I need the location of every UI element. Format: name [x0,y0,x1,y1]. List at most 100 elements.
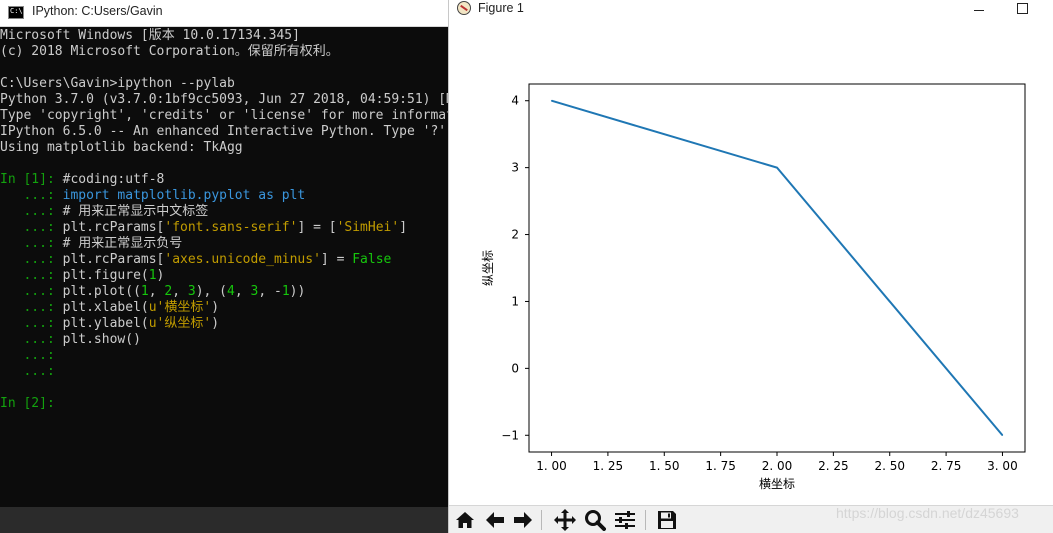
figure-window[interactable]: Figure 1 1. 00 1. 25 1. 50 1. 75 2. 00 2. 25 2… [448,0,1053,533]
console-line: ...: plt.rcParams['axes.unicode_minus'] … [0,252,448,268]
console-text-segment: ...: [0,332,63,347]
console-text-segment: ), ( [195,284,228,299]
console-text-segment: ) [211,316,220,331]
console-text-segment: #coding:utf-8 [62,172,165,187]
console-text-segment: , [234,284,251,299]
console-text-segment: ] = [ [297,220,337,235]
console-text-segment: plt.ylabel( [62,316,149,331]
console-text-segment: ...: [0,252,63,267]
y-tick-label: 3 [511,161,519,175]
console-text-segment: plt.rcParams[ [62,252,165,267]
x-tick-label: 2. 75 [931,459,962,473]
console-text-segment: ) [156,268,165,283]
console-line: Microsoft Windows [版本 10.0.17134.345] [0,28,448,44]
console-line: ...: plt.ylabel(u'纵坐标') [0,316,448,332]
console-bottom-bar [0,507,448,533]
y-tick-label: 1 [511,294,519,308]
minimize-button[interactable] [971,2,987,18]
x-tick-label: 3. 00 [987,459,1018,473]
data-point [1001,434,1004,436]
console-line: C:\Users\Gavin>ipython --pylab [0,76,448,92]
console-text-segment: import matplotlib.pyplot as plt [62,188,306,203]
data-point [776,167,778,169]
console-window[interactable]: C:\. IPython: C:Users/Gavin Microsoft Wi… [0,0,448,533]
console-line: (c) 2018 Microsoft Corporation。保留所有权利。 [0,44,448,60]
console-text-segment: ] [399,220,408,235]
pan-icon[interactable] [553,509,577,531]
x-tick-label: 1. 00 [536,459,567,473]
console-title: IPython: C:Users/Gavin [32,4,163,18]
maximize-button[interactable] [1015,2,1031,18]
console-text-segment: plt.xlabel( [62,300,149,315]
home-icon[interactable] [453,509,477,531]
console-line: ...: [0,364,448,380]
axes-frame [528,83,1026,453]
console-text-segment: ...: [0,300,63,315]
console-text-segment: u'横坐标' [148,300,212,315]
console-line: ...: plt.plot((1, 2, 3), (4, 3, -1)) [0,284,448,300]
console-output[interactable]: Microsoft Windows [版本 10.0.17134.345] (c)… [0,28,448,412]
console-text-segment: ...: [0,316,63,331]
console-text-segment: # 用来正常显示负号 [62,236,183,251]
x-tick-label: 1. 25 [593,459,624,473]
console-text-segment: 1 [281,284,290,299]
y-tick-label: 4 [511,94,519,108]
console-line: ...: plt.rcParams['font.sans-serif'] = [… [0,220,448,236]
console-text-segment: Using matplotlib backend: TkAgg [0,140,243,155]
console-text-segment: C:\Users\Gavin>ipython --pylab [0,76,235,91]
console-line: IPython 6.5.0 -- An enhanced Interactive… [0,124,448,140]
figure-titlebar[interactable]: Figure 1 [449,0,1053,20]
console-text-segment: ...: [0,188,63,203]
y-axis-label: 纵坐标 [481,250,495,286]
zoom-icon[interactable] [583,509,607,531]
plot-canvas[interactable]: 1. 00 1. 25 1. 50 1. 75 2. 00 2. 25 2. 50 2. 75… [449,20,1053,505]
console-text-segment: u'纵坐标' [148,316,212,331]
console-text-segment: False [352,252,392,267]
console-line: ...: # 用来正常显示负号 [0,236,448,252]
console-text-segment: , [148,284,165,299]
x-tick-label: 1. 50 [649,459,680,473]
console-line: ...: plt.figure(1) [0,268,448,284]
console-text-segment: ) [211,300,220,315]
console-text-segment: 'SimHei' [336,220,400,235]
matplotlib-icon [457,1,471,15]
x-tick-label: 1. 75 [705,459,736,473]
console-line: Python 3.7.0 (v3.7.0:1bf9cc5093, Jun 27 … [0,92,448,108]
back-arrow-icon[interactable] [483,509,507,531]
x-tick-label: 2. 25 [818,459,849,473]
console-text-segment: 1 [140,284,149,299]
console-text-segment: # 用来正常显示中文标签 [62,204,209,219]
console-line: In [1]: #coding:utf-8 [0,172,448,188]
console-line: ...: [0,348,448,364]
console-line: Using matplotlib backend: TkAgg [0,140,448,156]
console-text-segment: 4 [227,284,235,299]
forward-arrow-icon[interactable] [511,509,535,531]
figure-title: Figure 1 [478,1,524,15]
console-text-segment: 'axes.unicode_minus' [164,252,321,267]
console-app-icon: C:\. [8,6,27,19]
console-text-segment: Type 'copyright', 'credits' or 'license'… [0,108,448,123]
console-text-segment: plt.rcParams[ [62,220,165,235]
console-text-segment: ...: [0,364,55,379]
toolbar-separator [645,510,646,530]
save-icon[interactable] [655,509,679,531]
y-tick-label: −1 [501,428,519,442]
console-titlebar[interactable]: C:\. IPython: C:Users/Gavin [0,0,448,27]
console-text-segment: (c) 2018 Microsoft Corporation。保留所有权利。 [0,44,339,59]
console-line: ...: import matplotlib.pyplot as plt [0,188,448,204]
console-text-segment: ] = [320,252,353,267]
x-tick-label: 2. 50 [874,459,905,473]
configure-subplots-icon[interactable] [613,509,637,531]
console-text-segment: ...: [0,268,63,283]
console-line: Type 'copyright', 'credits' or 'license'… [0,108,448,124]
console-line: ...: plt.xlabel(u'横坐标') [0,300,448,316]
data-point [550,100,553,102]
console-text-segment: )) [289,284,306,299]
console-text-segment: IPython 6.5.0 -- An enhanced Interactive… [0,124,448,139]
console-text-segment: Microsoft Windows [版本 10.0.17134.345] [0,28,300,43]
console-text-segment: ...: [0,236,63,251]
console-text-segment: Python 3.7.0 (v3.7.0:1bf9cc5093, Jun 27 … [0,92,448,107]
